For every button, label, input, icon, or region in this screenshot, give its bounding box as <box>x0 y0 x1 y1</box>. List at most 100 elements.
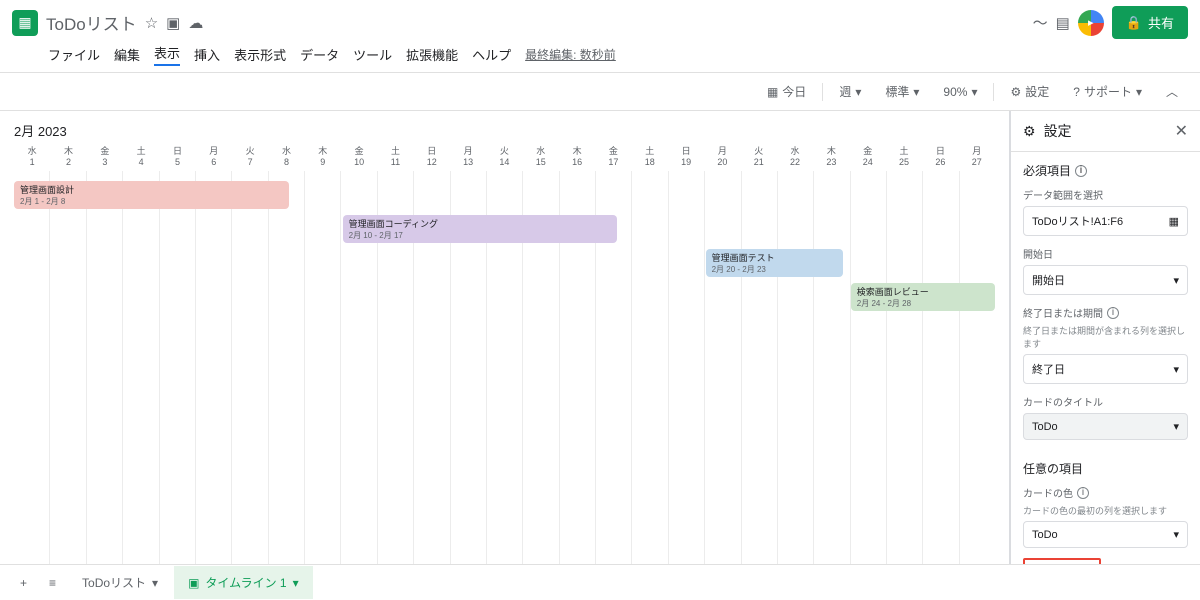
star-icon[interactable]: ☆ <box>145 14 158 32</box>
weekday: 水 <box>777 144 813 157</box>
day-num: 13 <box>450 157 486 167</box>
info-icon[interactable]: i <box>1077 487 1089 499</box>
all-sheets-button[interactable]: ≡ <box>39 570 66 596</box>
weekday: 日 <box>668 144 704 157</box>
day-num: 2 <box>50 157 86 167</box>
weekday-row: 水木金土日月火水木金土日月火水木金土日月火水木金土日月 <box>0 144 1009 157</box>
weekday: 金 <box>87 144 123 157</box>
menu-data[interactable]: データ <box>300 45 339 64</box>
weekday: 火 <box>232 144 268 157</box>
add-sheet-button[interactable]: + <box>10 570 37 596</box>
toolbar: ▦今日 週 ▾ 標準 ▾ 90% ▾ ⚙設定 ?サポート ▾ ︿ <box>0 73 1200 111</box>
weekday: 土 <box>377 144 413 157</box>
day-num: 1 <box>14 157 50 167</box>
day-num: 26 <box>922 157 958 167</box>
info-icon[interactable]: i <box>1075 165 1087 177</box>
sheets-logo: ▦ <box>12 10 38 36</box>
chevron-down-icon: ▾ <box>1173 274 1179 287</box>
timeline-card[interactable]: 管理画面コーディング2月 10 - 2月 17 <box>343 215 618 243</box>
weekday: 火 <box>741 144 777 157</box>
chevron-down-icon: ▾ <box>1173 363 1179 376</box>
support-button[interactable]: ?サポート ▾ <box>1065 79 1150 104</box>
menu-file[interactable]: ファイル <box>48 45 100 64</box>
grid-body: 管理画面設計2月 1 - 2月 8 管理画面コーディング2月 10 - 2月 17… <box>14 171 995 564</box>
comment-icon[interactable]: ▤ <box>1056 14 1070 32</box>
month-label: 2月 2023 <box>0 111 1009 144</box>
day-num: 27 <box>959 157 995 167</box>
doc-title[interactable]: ToDoリスト <box>46 10 137 35</box>
weekday: 金 <box>341 144 377 157</box>
chevron-down-icon: ▾ <box>1173 528 1179 541</box>
menu-format[interactable]: 表示形式 <box>234 45 286 64</box>
day-num: 22 <box>777 157 813 167</box>
card-color-select[interactable]: ToDo▾ <box>1023 521 1188 548</box>
tab-todolist[interactable]: ToDoリスト ▾ <box>68 566 172 599</box>
card-date: 2月 10 - 2月 17 <box>349 230 612 241</box>
day-num: 23 <box>813 157 849 167</box>
day-row: 1234567891011121314151617181920212223242… <box>0 157 1009 171</box>
weekday: 土 <box>886 144 922 157</box>
header: ▦ ToDoリスト ☆ ▣ ☁ 〜 ▤ ▸ 🔒 共有 ファイル 編集 表示 挿入… <box>0 0 1200 73</box>
folder-icon[interactable]: ▣ <box>166 14 180 32</box>
info-icon[interactable]: i <box>1107 307 1119 319</box>
timeline: 2月 2023 水木金土日月火水木金土日月火水木金土日月火水木金土日月 1234… <box>0 111 1010 564</box>
day-num: 5 <box>159 157 195 167</box>
day-num: 12 <box>414 157 450 167</box>
weekday: 金 <box>850 144 886 157</box>
meet-icon[interactable]: ▸ <box>1078 10 1104 36</box>
menu-tools[interactable]: ツール <box>353 45 392 64</box>
day-num: 25 <box>886 157 922 167</box>
menu-insert[interactable]: 挿入 <box>194 45 220 64</box>
card-title-select[interactable]: ToDo▾ <box>1023 413 1188 440</box>
last-edit[interactable]: 最終編集: 数秒前 <box>525 46 616 63</box>
weekday: 月 <box>450 144 486 157</box>
start-select[interactable]: 開始日▾ <box>1023 265 1188 295</box>
weekday: 木 <box>813 144 849 157</box>
weekday: 月 <box>959 144 995 157</box>
history-icon[interactable]: 〜 <box>1033 12 1048 33</box>
start-label: 開始日 <box>1023 246 1188 261</box>
range-input[interactable]: ToDoリスト!A1:F6▦ <box>1023 206 1188 236</box>
gear-icon: ⚙ <box>1010 85 1021 99</box>
day-num: 6 <box>196 157 232 167</box>
settings-button[interactable]: ⚙設定 <box>1002 79 1057 104</box>
day-num: 11 <box>377 157 413 167</box>
card-color-label: カードの色 <box>1023 485 1073 500</box>
weekday: 水 <box>523 144 559 157</box>
timeline-card[interactable]: 管理画面テスト2月 20 - 2月 23 <box>706 249 843 277</box>
tab-timeline1[interactable]: ▣タイムライン 1 ▾ <box>174 566 313 599</box>
optional-title: 任意の項目 <box>1023 460 1188 477</box>
day-num: 10 <box>341 157 377 167</box>
zoom-select[interactable]: 90% ▾ <box>935 81 985 103</box>
density-select[interactable]: 標準 ▾ <box>877 79 927 104</box>
weekday: 月 <box>196 144 232 157</box>
menu-view[interactable]: 表示 <box>154 43 180 66</box>
period-select[interactable]: 週 ▾ <box>831 79 869 104</box>
day-num: 15 <box>523 157 559 167</box>
close-icon[interactable]: ✕ <box>1175 121 1188 141</box>
divider <box>993 83 994 101</box>
weekday: 月 <box>704 144 740 157</box>
weekday: 金 <box>595 144 631 157</box>
collapse-button[interactable]: ︿ <box>1158 79 1186 104</box>
weekday: 日 <box>159 144 195 157</box>
day-num: 8 <box>268 157 304 167</box>
card-title: 管理画面テスト <box>712 251 837 264</box>
menu-extensions[interactable]: 拡張機能 <box>406 45 458 64</box>
menu-help[interactable]: ヘルプ <box>472 45 511 64</box>
timeline-card[interactable]: 管理画面設計2月 1 - 2月 8 <box>14 181 289 209</box>
weekday: 木 <box>50 144 86 157</box>
calendar-icon: ▦ <box>767 85 778 99</box>
day-num: 24 <box>850 157 886 167</box>
weekday: 木 <box>559 144 595 157</box>
weekday: 土 <box>123 144 159 157</box>
cloud-icon[interactable]: ☁ <box>188 14 203 32</box>
weekday: 木 <box>305 144 341 157</box>
today-button[interactable]: ▦今日 <box>759 79 814 104</box>
end-select[interactable]: 終了日▾ <box>1023 354 1188 384</box>
menu-edit[interactable]: 編集 <box>114 45 140 64</box>
weekday: 日 <box>922 144 958 157</box>
share-button[interactable]: 🔒 共有 <box>1112 6 1188 39</box>
timeline-card[interactable]: 検索画面レビュー2月 24 - 2月 28 <box>851 283 995 311</box>
card-title-label: カードのタイトル <box>1023 394 1188 409</box>
